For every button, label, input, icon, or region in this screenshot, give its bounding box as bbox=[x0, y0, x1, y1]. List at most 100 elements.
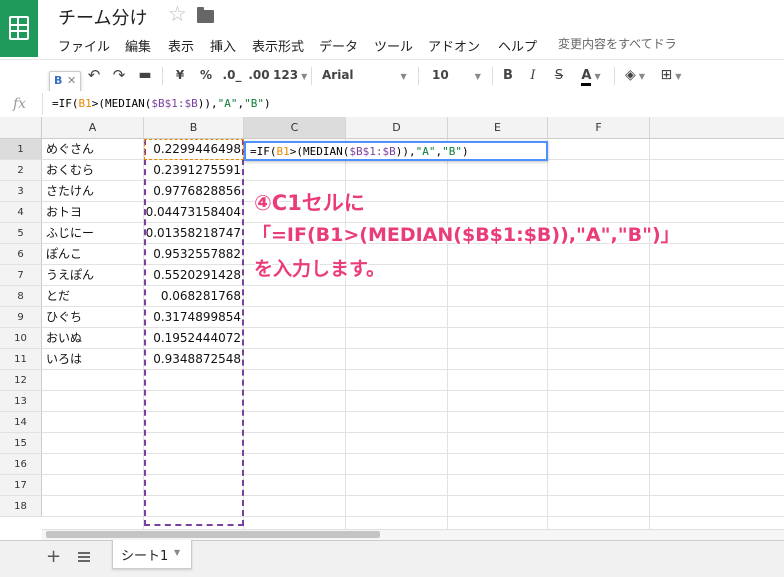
horizontal-scrollbar-thumb[interactable] bbox=[46, 531, 380, 538]
spreadsheet-grid: A B C D E F 1 2 3 4 5 6 7 8 9 10 11 12 13 14 15 16 17 18 … bbox=[0, 117, 784, 529]
row-header[interactable]: 12 bbox=[0, 370, 42, 391]
toolbar-divider bbox=[311, 67, 312, 85]
toolbar-divider bbox=[162, 67, 163, 85]
add-sheet-icon[interactable]: + bbox=[46, 546, 61, 567]
percent-button[interactable]: % bbox=[196, 60, 216, 91]
text-color-label: A bbox=[581, 68, 592, 86]
grid-line bbox=[547, 139, 548, 529]
font-size-dropdown[interactable]: 10 ▼ bbox=[432, 60, 484, 91]
menu-addons[interactable]: アドオン bbox=[428, 36, 480, 55]
toolbar: ↶ ↷ ▬ ¥ % .0_ .00 123 ▼ Arial ▼ 10 ▼ B I S … bbox=[0, 59, 784, 92]
row-header[interactable]: 14 bbox=[0, 412, 42, 433]
toolbar-divider bbox=[418, 67, 419, 85]
annotation-step: ④C1セルに bbox=[254, 191, 365, 215]
italic-button[interactable]: I bbox=[526, 60, 540, 91]
chevron-down-icon: ▼ bbox=[474, 72, 481, 81]
annotation-instruction: を入力します。 bbox=[254, 258, 386, 280]
save-status[interactable]: 変更内容をすべてドラ bbox=[558, 35, 677, 52]
chevron-down-icon: ▼ bbox=[594, 72, 601, 81]
median-range-highlight bbox=[144, 139, 244, 526]
redo-icon[interactable]: ↷ bbox=[108, 60, 130, 91]
cell-a[interactable]: さたけん bbox=[46, 181, 140, 202]
menu-format[interactable]: 表示形式 bbox=[252, 36, 304, 55]
bold-button[interactable]: B bbox=[500, 60, 516, 91]
name-box-cell: B bbox=[54, 74, 63, 87]
currency-button[interactable]: ¥ bbox=[170, 60, 190, 91]
grid-line bbox=[447, 139, 448, 529]
column-header-b[interactable]: B bbox=[144, 117, 244, 139]
chevron-down-icon[interactable]: ▼ bbox=[174, 548, 180, 557]
menu-edit[interactable]: 編集 bbox=[125, 36, 151, 55]
menu-help[interactable]: ヘルプ bbox=[498, 36, 537, 55]
close-icon[interactable]: ✕ bbox=[67, 74, 76, 87]
row-header[interactable]: 16 bbox=[0, 454, 42, 475]
cell-a[interactable]: おいぬ bbox=[46, 328, 140, 349]
formula-input[interactable]: =IF(B1>(MEDIAN($B$1:$B)),"A","B") bbox=[52, 97, 271, 110]
cell-a[interactable]: ふじにー bbox=[46, 223, 140, 244]
cell-a[interactable]: いろは bbox=[46, 349, 140, 370]
undo-icon[interactable]: ↶ bbox=[84, 60, 104, 91]
row-header[interactable]: 7 bbox=[0, 265, 42, 286]
column-header-empty bbox=[650, 117, 784, 139]
cell-a[interactable]: ひぐち bbox=[46, 307, 140, 328]
cell-a[interactable]: おトヨ bbox=[46, 202, 140, 223]
cell-a[interactable]: めぐさん bbox=[46, 139, 140, 160]
row-header[interactable]: 1 bbox=[0, 139, 42, 160]
row-header[interactable]: 4 bbox=[0, 202, 42, 223]
select-all-corner[interactable] bbox=[0, 117, 42, 139]
grid-line bbox=[649, 139, 650, 529]
formula-divider bbox=[42, 93, 43, 115]
cell-c1-formula[interactable]: =IF(B1>(MEDIAN($B$1:$B)),"A","B") bbox=[250, 145, 469, 158]
font-family-label: Arial bbox=[322, 68, 354, 82]
row-header[interactable]: 8 bbox=[0, 286, 42, 307]
cell-a[interactable]: ぽんこ bbox=[46, 244, 140, 265]
row-header[interactable]: 18 bbox=[0, 496, 42, 517]
cell-a[interactable]: おくむら bbox=[46, 160, 140, 181]
font-size-label: 10 bbox=[432, 68, 449, 82]
cell-a[interactable]: うえぽん bbox=[46, 265, 140, 286]
menu-insert[interactable]: 挿入 bbox=[210, 36, 236, 55]
star-icon[interactable]: ☆ bbox=[168, 2, 187, 26]
row-header[interactable]: 10 bbox=[0, 328, 42, 349]
column-header-e[interactable]: E bbox=[448, 117, 548, 139]
paint-format-icon[interactable]: ▬ bbox=[134, 60, 156, 91]
decrease-decimal-button[interactable]: .0_ bbox=[220, 60, 244, 91]
menu-tools[interactable]: ツール bbox=[374, 36, 413, 55]
row-header[interactable]: 3 bbox=[0, 181, 42, 202]
column-header-f[interactable]: F bbox=[548, 117, 650, 139]
menu-file[interactable]: ファイル bbox=[58, 36, 110, 55]
name-box-popup[interactable]: B ✕ bbox=[49, 71, 81, 93]
cell-c1-editor[interactable]: =IF(B1>(MEDIAN($B$1:$B)),"A","B") bbox=[244, 141, 548, 161]
column-header-d[interactable]: D bbox=[346, 117, 448, 139]
toolbar-divider bbox=[614, 67, 615, 85]
sheets-logo-icon[interactable] bbox=[0, 0, 38, 57]
row-header[interactable]: 2 bbox=[0, 160, 42, 181]
annotation-formula: 「=IF(B1>(MEDIAN($B$1:$B)),"A","B")」 bbox=[252, 224, 680, 246]
row-header[interactable]: 5 bbox=[0, 223, 42, 244]
increase-decimal-button[interactable]: .00 bbox=[246, 60, 272, 91]
row-header[interactable]: 17 bbox=[0, 475, 42, 496]
fill-color-icon[interactable]: ◈ ▼ bbox=[620, 60, 650, 91]
row-header[interactable]: 6 bbox=[0, 244, 42, 265]
borders-icon[interactable]: ⊞ ▼ bbox=[656, 60, 686, 91]
row-header[interactable]: 15 bbox=[0, 433, 42, 454]
document-title[interactable]: チーム分け bbox=[58, 4, 147, 30]
font-family-dropdown[interactable]: Arial ▼ bbox=[322, 60, 407, 91]
cell-a[interactable]: とだ bbox=[46, 286, 140, 307]
column-header-a[interactable]: A bbox=[42, 117, 144, 139]
menu-data[interactable]: データ bbox=[319, 36, 358, 55]
b1-reference-highlight bbox=[144, 139, 244, 160]
strikethrough-button[interactable]: S bbox=[551, 60, 567, 91]
column-header-c[interactable]: C bbox=[244, 117, 346, 139]
folder-icon[interactable] bbox=[197, 7, 214, 23]
row-header[interactable]: 9 bbox=[0, 307, 42, 328]
row-header[interactable]: 13 bbox=[0, 391, 42, 412]
text-color-button[interactable]: A ▼ bbox=[575, 60, 607, 91]
number-format-dropdown[interactable]: 123 ▼ bbox=[273, 60, 307, 91]
menu-view[interactable]: 表示 bbox=[168, 36, 194, 55]
formula-bar: fx =IF(B1>(MEDIAN($B$1:$B)),"A","B") bbox=[0, 91, 784, 118]
sheet-list-icon[interactable] bbox=[78, 552, 90, 562]
row-header[interactable]: 11 bbox=[0, 349, 42, 370]
fx-icon: fx bbox=[13, 96, 27, 112]
sheet-tab-label[interactable]: シート1 bbox=[121, 545, 168, 564]
